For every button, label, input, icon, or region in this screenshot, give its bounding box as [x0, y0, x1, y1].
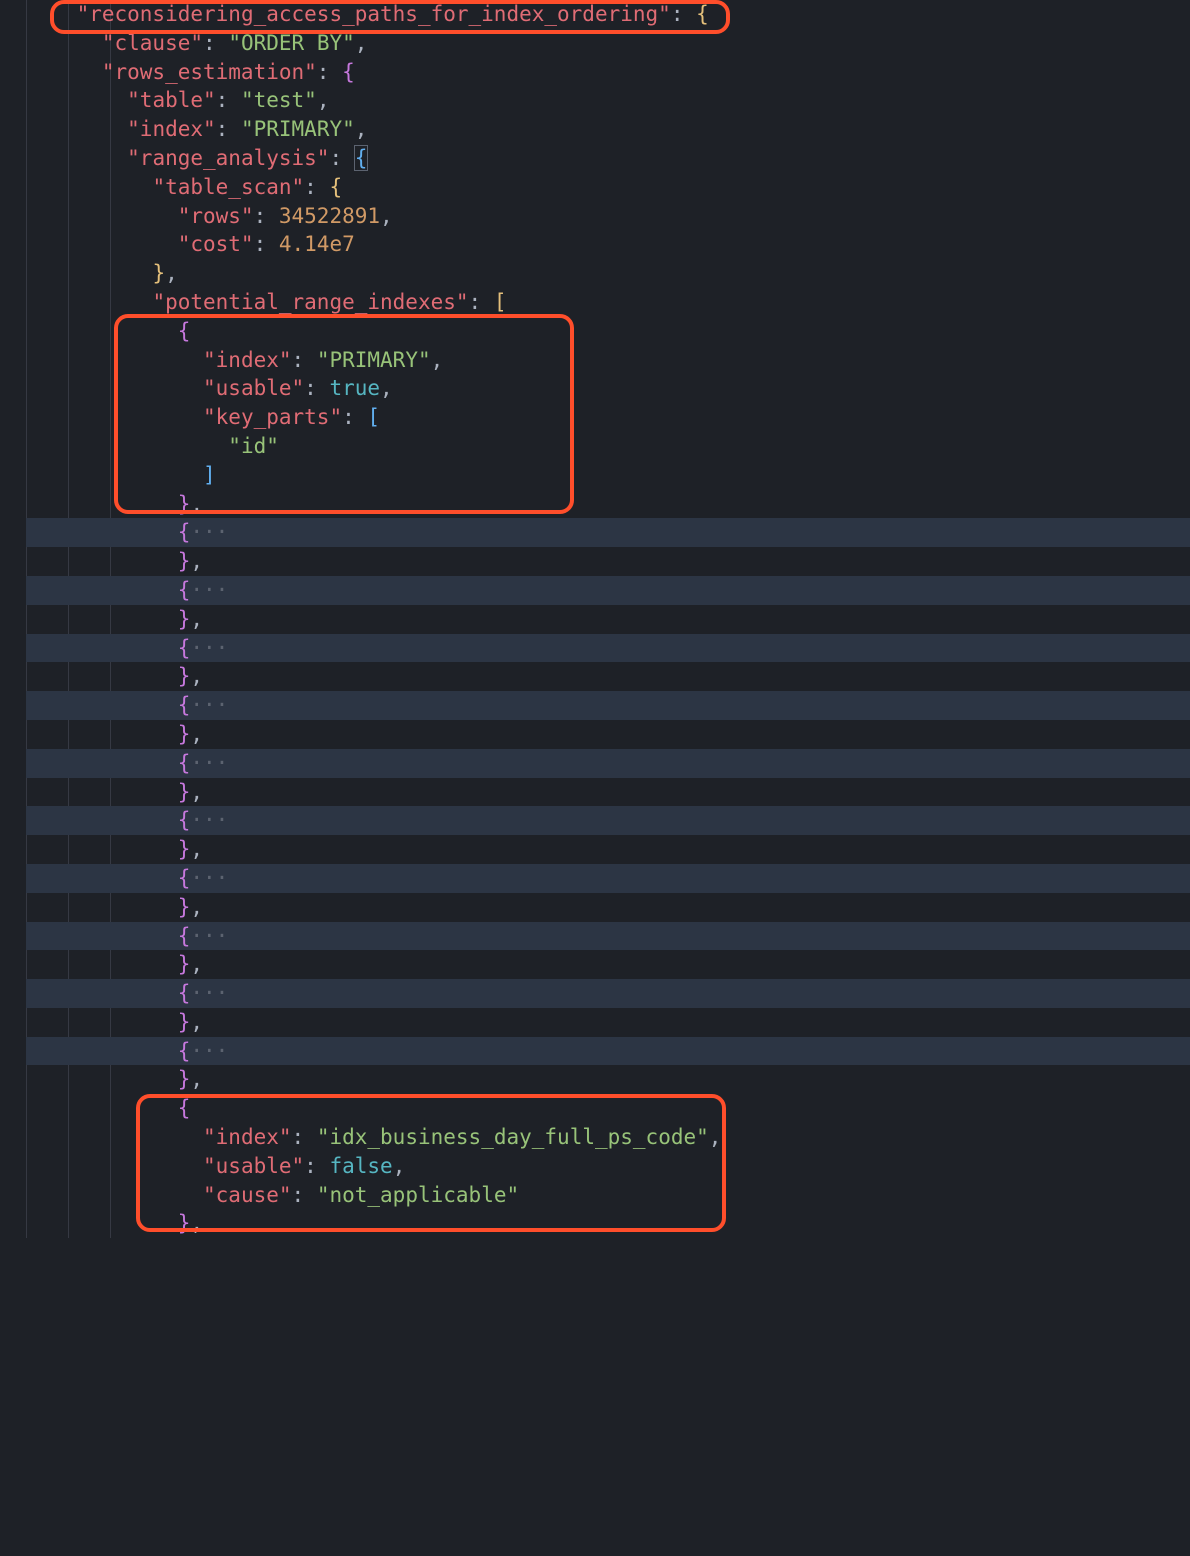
code-line-folded[interactable]: {··· — [26, 979, 1190, 1008]
json-key: "clause" — [102, 31, 203, 55]
fold-indicator[interactable]: ··· — [190, 1039, 228, 1063]
fold-indicator[interactable]: ··· — [190, 808, 228, 832]
code-editor[interactable]: "reconsidering_access_paths_for_index_or… — [0, 0, 1190, 1238]
json-key: "key_parts" — [203, 405, 342, 429]
fold-indicator[interactable]: ··· — [190, 520, 228, 544]
json-key: "range_analysis" — [127, 146, 329, 170]
json-string: "test" — [241, 88, 317, 112]
fold-indicator[interactable]: ··· — [190, 751, 228, 775]
json-key: "usable" — [203, 1154, 304, 1178]
code-line[interactable]: }, — [26, 893, 1190, 922]
code-line[interactable]: { — [26, 1094, 1190, 1123]
code-line[interactable]: }, — [26, 778, 1190, 807]
code-line[interactable]: "potential_range_indexes": [ — [26, 288, 1190, 317]
code-line[interactable]: "index": "PRIMARY", — [26, 115, 1190, 144]
code-line[interactable]: ] — [26, 461, 1190, 490]
json-string: "PRIMARY" — [241, 117, 355, 141]
code-line[interactable]: }, — [26, 547, 1190, 576]
fold-indicator[interactable]: ··· — [190, 693, 228, 717]
fold-indicator[interactable]: ··· — [190, 578, 228, 602]
code-line-folded[interactable]: {··· — [26, 518, 1190, 547]
json-string: "id" — [228, 434, 279, 458]
json-boolean: true — [329, 376, 380, 400]
code-line[interactable]: "rows_estimation": { — [26, 58, 1190, 87]
json-key: "reconsidering_access_paths_for_index_or… — [77, 2, 671, 26]
code-line-folded[interactable]: {··· — [26, 634, 1190, 663]
code-line[interactable]: }, — [26, 835, 1190, 864]
json-key: "rows_estimation" — [102, 60, 317, 84]
code-line-folded[interactable]: {··· — [26, 691, 1190, 720]
code-line[interactable]: "usable": true, — [26, 374, 1190, 403]
code-line[interactable]: "index": "idx_business_day_full_ps_code"… — [26, 1123, 1190, 1152]
json-key: "cause" — [203, 1183, 292, 1207]
code-line-folded[interactable]: {··· — [26, 1037, 1190, 1066]
json-string: "not_applicable" — [317, 1183, 519, 1207]
json-key: "index" — [203, 348, 292, 372]
json-string: "idx_business_day_full_ps_code" — [317, 1125, 709, 1149]
json-key: "potential_range_indexes" — [152, 290, 468, 314]
json-key: "cost" — [178, 232, 254, 256]
code-line[interactable]: }, — [26, 950, 1190, 979]
code-line[interactable]: "range_analysis": { — [26, 144, 1190, 173]
code-line[interactable]: "cost": 4.14e7 — [26, 230, 1190, 259]
code-line-folded[interactable]: {··· — [26, 806, 1190, 835]
code-line[interactable]: "reconsidering_access_paths_for_index_or… — [26, 0, 1190, 29]
code-line[interactable]: }, — [26, 720, 1190, 749]
json-boolean: false — [329, 1154, 392, 1178]
code-line-folded[interactable]: {··· — [26, 749, 1190, 778]
code-line[interactable]: }, — [26, 1209, 1190, 1238]
code-line[interactable]: }, — [26, 490, 1190, 519]
json-key: "index" — [127, 117, 216, 141]
json-key: "usable" — [203, 376, 304, 400]
code-line[interactable]: "id" — [26, 432, 1190, 461]
code-line-folded[interactable]: {··· — [26, 864, 1190, 893]
code-line[interactable]: }, — [26, 259, 1190, 288]
code-line[interactable]: "table_scan": { — [26, 173, 1190, 202]
code-line[interactable]: "cause": "not_applicable" — [26, 1181, 1190, 1210]
code-line[interactable]: { — [26, 317, 1190, 346]
code-line[interactable]: "usable": false, — [26, 1152, 1190, 1181]
json-key: "index" — [203, 1125, 292, 1149]
fold-indicator[interactable]: ··· — [190, 866, 228, 890]
fold-indicator[interactable]: ··· — [190, 924, 228, 948]
code-line[interactable]: }, — [26, 1065, 1190, 1094]
json-key: "table_scan" — [152, 175, 304, 199]
code-line[interactable]: "rows": 34522891, — [26, 202, 1190, 231]
fold-indicator[interactable]: ··· — [190, 636, 228, 660]
json-number: 4.14e7 — [279, 232, 355, 256]
code-line[interactable]: }, — [26, 605, 1190, 634]
json-number: 34522891 — [279, 204, 380, 228]
code-line[interactable]: "index": "PRIMARY", — [26, 346, 1190, 375]
json-string: "PRIMARY" — [317, 348, 431, 372]
json-string: "ORDER BY" — [228, 31, 354, 55]
json-key: "rows" — [178, 204, 254, 228]
code-line[interactable]: }, — [26, 662, 1190, 691]
code-line[interactable]: "key_parts": [ — [26, 403, 1190, 432]
code-line-folded[interactable]: {··· — [26, 922, 1190, 951]
json-key: "table" — [127, 88, 216, 112]
code-line[interactable]: "clause": "ORDER BY", — [26, 29, 1190, 58]
code-line[interactable]: }, — [26, 1008, 1190, 1037]
code-line[interactable]: "table": "test", — [26, 86, 1190, 115]
code-line-folded[interactable]: {··· — [26, 576, 1190, 605]
fold-indicator[interactable]: ··· — [190, 981, 228, 1005]
